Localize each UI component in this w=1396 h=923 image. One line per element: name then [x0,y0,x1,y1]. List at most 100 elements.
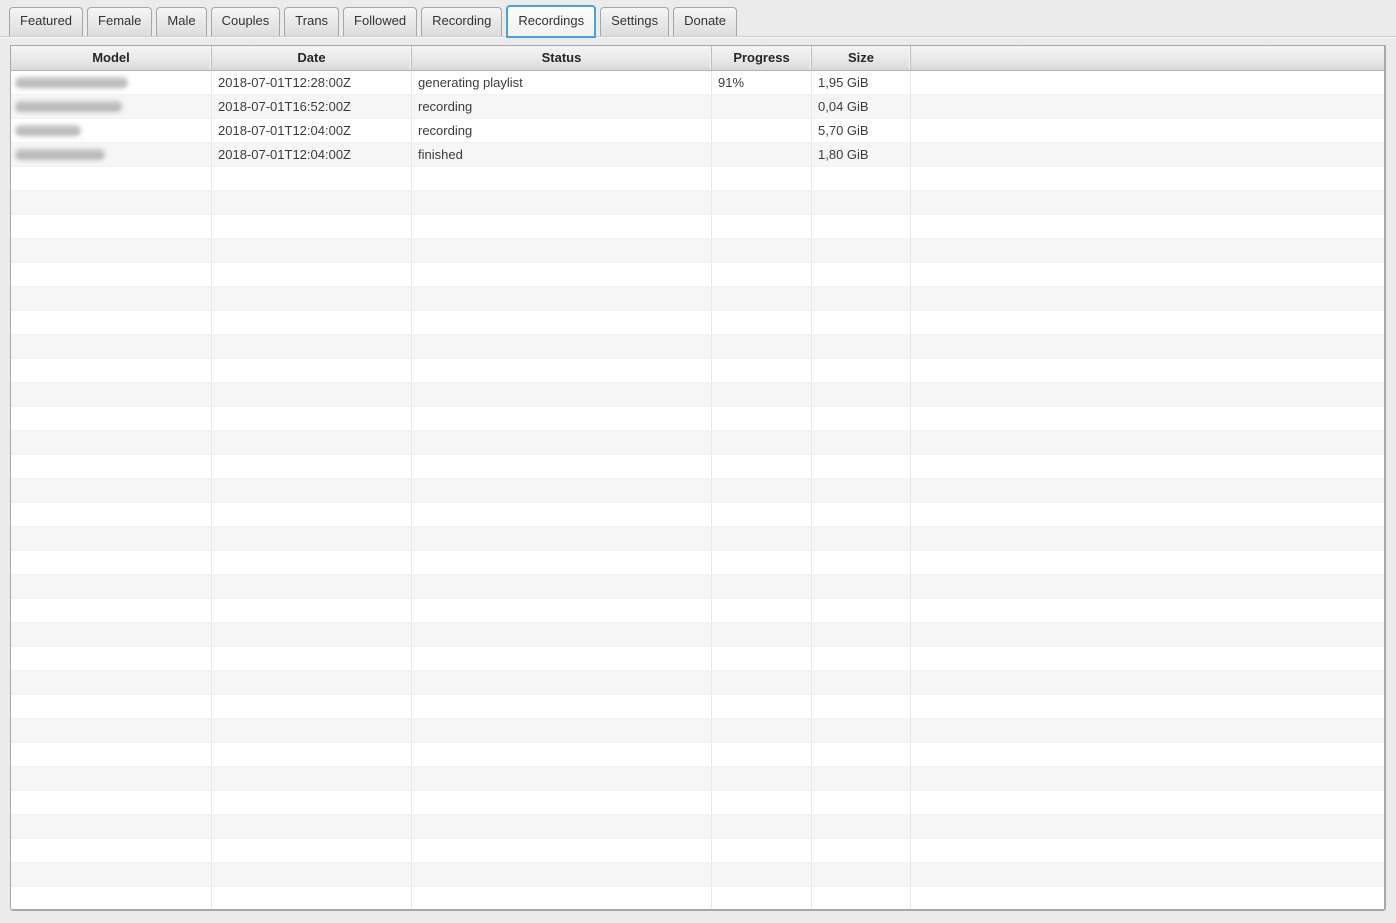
table-row-empty [11,887,1384,909]
cell-model [11,575,212,598]
cell-model [11,335,212,358]
column-header-status[interactable]: Status [412,46,712,70]
table-body: 2018-07-01T12:28:00Z generating playlist 9… [11,71,1384,909]
cell-model [11,839,212,862]
cell-status [412,767,712,790]
cell-model [11,143,212,166]
cell-size [812,887,911,909]
tab-followed[interactable]: Followed [343,7,418,36]
cell-model [11,431,212,454]
cell-date [212,623,412,646]
redacted-model-name [15,149,105,160]
cell-progress [712,671,812,694]
column-header-size[interactable]: Size [812,46,911,70]
column-header-date[interactable]: Date [212,46,412,70]
cell-blank [911,407,1384,430]
recordings-table: Model Date Status Progress Size 2018-07-01T1… [10,45,1386,911]
cell-blank [911,623,1384,646]
cell-size [812,503,911,526]
cell-size [812,815,911,838]
cell-progress [712,503,812,526]
cell-model [11,623,212,646]
cell-size [812,551,911,574]
cell-date [212,887,412,909]
cell-model [11,239,212,262]
tab-recordings[interactable]: Recordings [506,5,597,38]
cell-size [812,239,911,262]
cell-blank [911,791,1384,814]
cell-status [412,719,712,742]
cell-date: 2018-07-01T12:28:00Z [212,71,412,94]
cell-size [812,599,911,622]
tab-content-pane: Model Date Status Progress Size 2018-07-01T1… [0,36,1396,923]
cell-blank [911,383,1384,406]
cell-progress [712,95,812,118]
cell-blank [911,887,1384,909]
cell-blank [911,695,1384,718]
column-header-progress[interactable]: Progress [712,46,812,70]
cell-progress [712,287,812,310]
cell-size: 1,80 GiB [812,143,911,166]
cell-progress [712,119,812,142]
column-header-model[interactable]: Model [11,46,212,70]
table-row-empty [11,383,1384,407]
tab-bar: Featured Female Male Couples Trans Followed Re… [0,0,1396,38]
table-row-empty [11,815,1384,839]
cell-progress [712,887,812,909]
cell-blank [911,647,1384,670]
tab-trans[interactable]: Trans [284,7,340,36]
cell-blank [911,719,1384,742]
cell-status [412,671,712,694]
table-row-empty [11,599,1384,623]
cell-model [11,407,212,430]
cell-date [212,311,412,334]
table-row-empty [11,479,1384,503]
table-row-empty [11,743,1384,767]
cell-progress [712,815,812,838]
tab-settings[interactable]: Settings [600,7,670,36]
table-row[interactable]: 2018-07-01T12:04:00Z finished 1,80 GiB [11,143,1384,167]
cell-model [11,263,212,286]
table-row[interactable]: 2018-07-01T12:04:00Z recording 5,70 GiB [11,119,1384,143]
tab-male[interactable]: Male [156,7,207,36]
cell-date [212,743,412,766]
cell-size [812,191,911,214]
cell-status [412,743,712,766]
cell-status: generating playlist [412,71,712,94]
cell-progress [712,455,812,478]
cell-model [11,119,212,142]
cell-size [812,431,911,454]
table-row-empty [11,671,1384,695]
cell-size [812,215,911,238]
column-header-blank [911,46,1384,70]
cell-model [11,287,212,310]
cell-progress [712,527,812,550]
cell-date: 2018-07-01T12:04:00Z [212,143,412,166]
tab-donate[interactable]: Donate [673,7,738,36]
cell-size [812,479,911,502]
tab-female[interactable]: Female [87,7,153,36]
cell-status [412,287,712,310]
table-row[interactable]: 2018-07-01T12:28:00Z generating playlist 9… [11,71,1384,95]
cell-blank [911,767,1384,790]
table-row-empty [11,791,1384,815]
cell-progress [712,791,812,814]
cell-size [812,407,911,430]
tab-recording[interactable]: Recording [421,7,503,36]
cell-status: recording [412,119,712,142]
cell-date [212,695,412,718]
cell-progress [712,767,812,790]
cell-status [412,887,712,909]
cell-size [812,455,911,478]
tab-featured[interactable]: Featured [9,7,84,36]
cell-size: 1,95 GiB [812,71,911,94]
cell-size [812,623,911,646]
cell-progress [712,335,812,358]
tab-couples[interactable]: Couples [210,7,281,36]
cell-model [11,671,212,694]
table-row[interactable]: 2018-07-01T16:52:00Z recording 0,04 GiB [11,95,1384,119]
table-row-empty [11,431,1384,455]
cell-date [212,335,412,358]
cell-status [412,863,712,886]
table-row-empty [11,239,1384,263]
